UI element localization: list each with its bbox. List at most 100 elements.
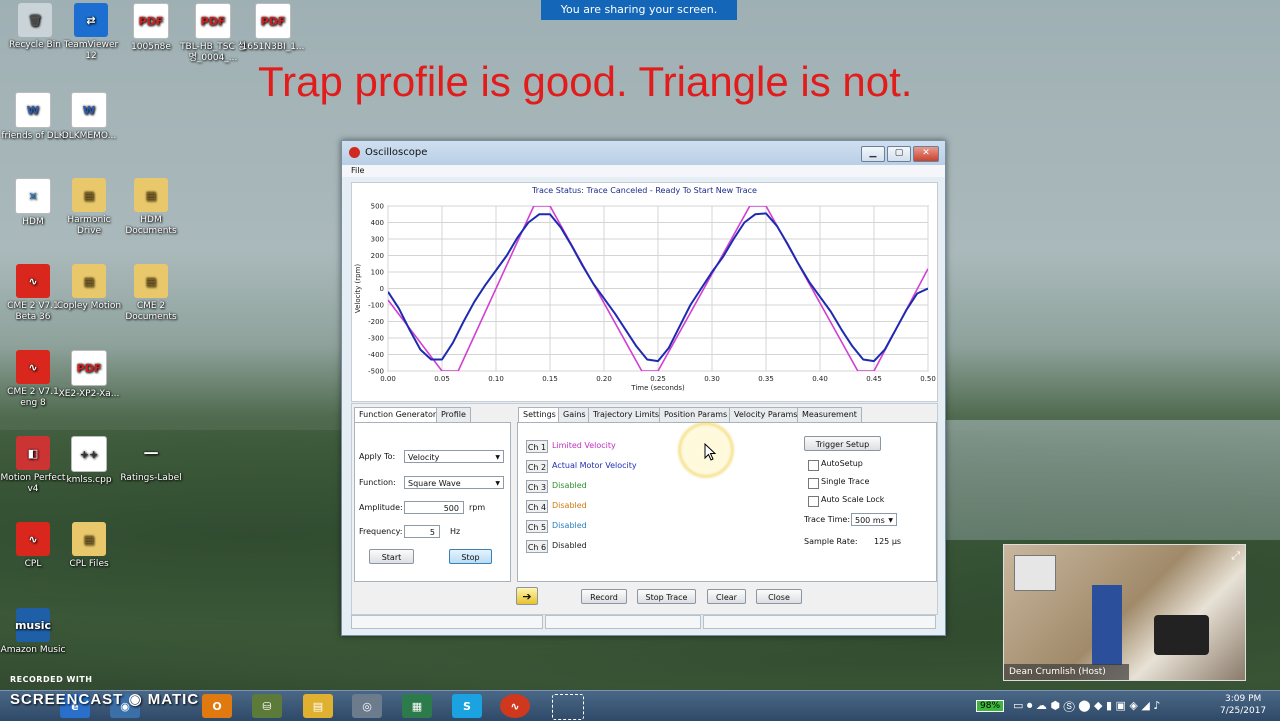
taskbar-explorer-icon[interactable]: ▤ [303, 694, 333, 718]
clock-date[interactable]: 7/25/2017 [1220, 706, 1266, 716]
taskbar-outlook-icon[interactable]: O [202, 694, 232, 718]
export-arrow-icon[interactable]: ➔ [516, 587, 538, 605]
amplitude-unit: rpm [469, 503, 486, 512]
desktop-icon[interactable]: PDF XE2-XP2-Xa... [56, 350, 122, 400]
screen-sharing-banner[interactable]: You are sharing your screen. [541, 0, 737, 20]
webcam-overlay[interactable]: ⤢ Dean Crumlish (Host) [1003, 544, 1246, 681]
taskbar-skype-icon[interactable]: S [452, 694, 482, 718]
channel-row[interactable]: Ch 5 Disabled [526, 519, 758, 535]
auto-scale-lock-checkbox[interactable] [808, 496, 819, 507]
tray-icons[interactable]: ▭ ⏺ ☁ ⬢ Ⓢ ⬤ ◆ ▮ ▣ ◈ ◢ ♪ [1013, 699, 1160, 713]
tab-trajectory-limits[interactable]: Trajectory Limits [588, 407, 665, 422]
channel-tag[interactable]: Ch 2 [526, 460, 548, 473]
apply-to-select[interactable]: Velocity ▼ [404, 450, 504, 463]
app-icon: ✕ [15, 178, 51, 214]
taskbar-cme-icon[interactable]: ∿ [500, 694, 530, 718]
channel-row[interactable]: Ch 6 Disabled [526, 539, 758, 555]
stop-button[interactable]: Stop [449, 549, 492, 564]
record-button[interactable]: Record [581, 589, 627, 604]
autosetup-checkbox[interactable] [808, 460, 819, 471]
annotation-headline: Trap profile is good. Triangle is not. [258, 58, 913, 105]
x-tick-label: 0.50 [920, 375, 936, 383]
desktop-icon[interactable]: ▤ HDM Documents [118, 178, 184, 237]
app-icon: music [15, 608, 51, 642]
auto-scale-lock-label: Auto Scale Lock [821, 495, 885, 504]
window-titlebar[interactable]: Oscilloscope ▁ ▢ ✕ [342, 141, 945, 165]
sample-rate-value: 125 μs [874, 537, 902, 546]
desktop-icon[interactable]: PDF TBL-HB_TSC 설명_0004_... [180, 3, 246, 64]
x-tick-label: 0.05 [434, 375, 450, 383]
window-close-button[interactable]: ✕ [913, 146, 939, 162]
apply-to-label: Apply To: [359, 452, 396, 461]
channel-tag[interactable]: Ch 6 [526, 540, 548, 553]
tab-gains[interactable]: Gains [558, 407, 591, 422]
frequency-label: Frequency: [359, 527, 403, 536]
clear-button[interactable]: Clear [707, 589, 746, 604]
close-button[interactable]: Close [756, 589, 802, 604]
minimize-button[interactable]: ▁ [861, 146, 885, 162]
desktop-icon[interactable]: ++ kmlss.cpp [56, 436, 122, 486]
y-tick-label: -200 [368, 318, 384, 326]
single-trace-checkbox[interactable] [808, 478, 819, 489]
tab-settings[interactable]: Settings [518, 407, 561, 423]
desktop-icon-label: Ratings-Label [120, 473, 182, 483]
desktop-icon[interactable]: PDF 1651N3BI_1... [240, 3, 306, 53]
desktop-icon-label: kmlss.cpp [66, 475, 112, 485]
desktop-icon[interactable]: ▤ CME 2 Documents [118, 264, 184, 323]
desktop-icon-label: TBL-HB_TSC 설명_0004_... [180, 42, 246, 63]
channel-tag[interactable]: Ch 3 [526, 480, 548, 493]
desktop-background-water [900, 420, 1280, 540]
y-tick-label: 500 [371, 203, 384, 211]
channel-row[interactable]: Ch 4 Disabled [526, 499, 758, 515]
channel-tag[interactable]: Ch 5 [526, 520, 548, 533]
tab-position-params[interactable]: Position Params [659, 407, 733, 422]
app-icon: ⇄ [74, 3, 108, 37]
taskbar-app-icon[interactable]: ▦ [402, 694, 432, 718]
webcam-scene-motor [1154, 615, 1209, 655]
app-icon: ∿ [16, 522, 50, 556]
desktop-icon[interactable]: W DLKMEMO... [56, 92, 122, 142]
tab-profile[interactable]: Profile [436, 407, 471, 422]
trace-time-select[interactable]: 500 ms ▼ [851, 513, 897, 526]
expand-icon[interactable]: ⤢ [1231, 549, 1240, 563]
taskbar-snipping-icon[interactable] [552, 694, 584, 720]
desktop-icon[interactable]: ━━ Ratings-Label [118, 436, 184, 484]
desktop-icon[interactable]: music Amazon Music [0, 608, 66, 656]
stop-trace-button[interactable]: Stop Trace [637, 589, 696, 604]
taskbar-camera-icon[interactable]: ◎ [352, 694, 382, 718]
tab-measurement[interactable]: Measurement [797, 407, 862, 422]
taskbar-network-icon[interactable]: ⛁ [252, 694, 282, 718]
y-tick-label: 400 [371, 219, 384, 227]
channel-name: Disabled [552, 501, 587, 510]
channel-name: Actual Motor Velocity [552, 461, 637, 470]
x-tick-label: 0.10 [488, 375, 504, 383]
desktop-icon[interactable]: ⇄ TeamViewer 12 [58, 3, 124, 62]
desktop-icon[interactable]: PDF 1005n8e [118, 3, 184, 53]
tab-function-generator[interactable]: Function Generator [354, 407, 442, 423]
desktop-icon[interactable]: ▤ Harmonic Drive [56, 178, 122, 237]
tab-velocity-params[interactable]: Velocity Params [729, 407, 803, 422]
desktop-icon[interactable]: ▤ CPL Files [56, 522, 122, 570]
start-button[interactable]: Start [369, 549, 414, 564]
desktop-icon-label: Copley Motion [56, 301, 122, 311]
clock-time[interactable]: 3:09 PM [1225, 694, 1261, 704]
desktop-icon-label: CME 2 Documents [125, 301, 177, 322]
battery-indicator[interactable]: 98% [976, 700, 1005, 712]
menu-file[interactable]: File [351, 166, 364, 175]
x-tick-label: 0.00 [380, 375, 396, 383]
y-tick-label: -300 [368, 335, 384, 343]
function-select[interactable]: Square Wave ▼ [404, 476, 504, 489]
amplitude-input[interactable]: 500 [404, 501, 464, 514]
word-doc-icon: W [71, 92, 107, 128]
frequency-input[interactable]: 5 [404, 525, 440, 538]
x-axis-label: Time (seconds) [630, 384, 685, 392]
trigger-setup-button[interactable]: Trigger Setup [804, 436, 881, 451]
maximize-button[interactable]: ▢ [887, 146, 911, 162]
desktop-icon[interactable]: ▤ Copley Motion [56, 264, 122, 312]
desktop-icon-label: HDM Documents [125, 215, 177, 236]
channel-tag[interactable]: Ch 4 [526, 500, 548, 513]
oscilloscope-app-icon [349, 147, 360, 158]
watermark-recorded-with: RECORDED WITH [10, 675, 93, 684]
channel-tag[interactable]: Ch 1 [526, 440, 548, 453]
channel-row[interactable]: Ch 3 Disabled [526, 479, 758, 495]
